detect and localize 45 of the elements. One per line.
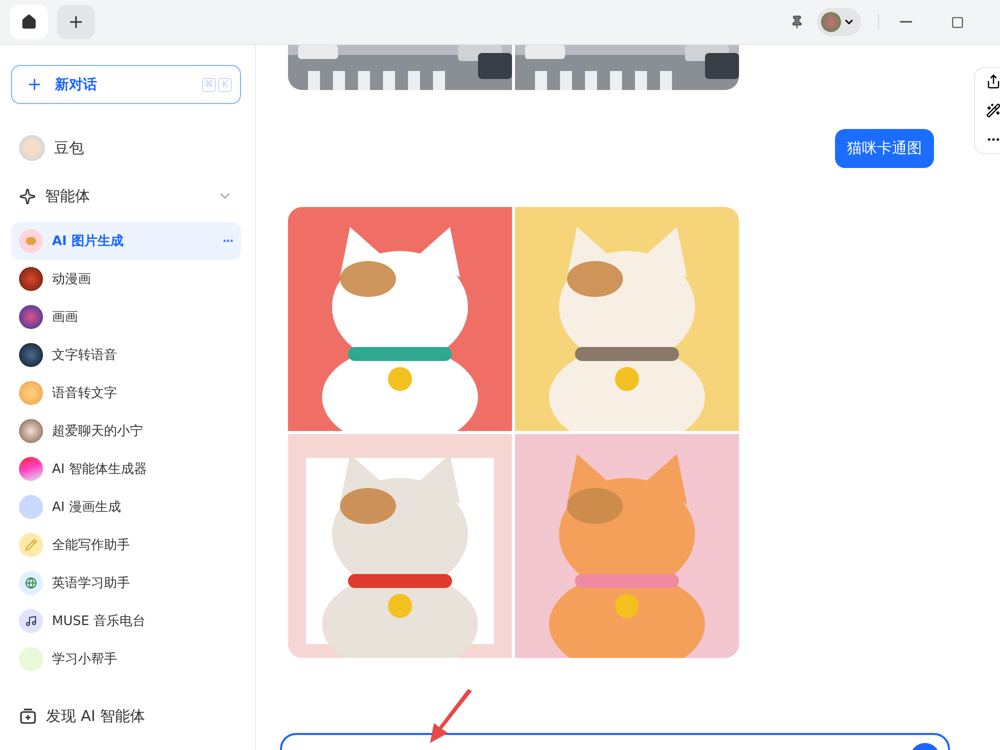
discover-agents-item[interactable]: 发现 AI 智能体 [11, 690, 241, 742]
agent-item[interactable]: AI 漫画生成 [11, 488, 241, 526]
plus-icon [67, 13, 85, 31]
agent-item[interactable]: MUSE 音乐电台 [11, 602, 241, 640]
home-tab[interactable] [10, 5, 48, 39]
agent-item[interactable]: AI 智能体生成器 [11, 450, 241, 488]
share-icon[interactable] [986, 74, 1000, 89]
shortcut-key: ⌘ [202, 78, 216, 92]
avatar-icon [19, 571, 43, 595]
user-message: 猫咪卡通图 [835, 129, 934, 168]
avatar-icon [19, 267, 43, 291]
agent-item[interactable]: 全能写作助手 [11, 526, 241, 564]
plus-icon [26, 76, 43, 93]
avatar-icon [19, 343, 43, 367]
avatar-icon [19, 305, 43, 329]
avatar-icon [19, 647, 43, 671]
agent-item[interactable]: 英语学习助手 [11, 564, 241, 602]
new-tab-button[interactable] [57, 5, 95, 39]
agent-item[interactable]: AI 图片生成 ··· [11, 222, 241, 260]
agents-section-header[interactable]: 智能体 [11, 170, 241, 222]
pin-icon [790, 15, 804, 29]
sparkle-icon [19, 188, 36, 204]
agent-box-icon [19, 707, 37, 725]
avatar-icon [19, 609, 43, 633]
avatar-icon [19, 381, 43, 405]
minimize-icon [900, 21, 912, 23]
agent-item[interactable]: 动漫画 [11, 260, 241, 298]
maximize-icon [951, 16, 964, 28]
avatar-icon [19, 229, 43, 253]
avatar-icon [19, 457, 43, 481]
avatar-icon [19, 135, 45, 161]
shortcut-key: K [218, 78, 232, 92]
agent-item[interactable]: 文字转语音 [11, 336, 241, 374]
agent-item[interactable]: 画画 [11, 298, 241, 336]
assistant-item[interactable]: 豆包 [11, 126, 241, 170]
avatar-icon [19, 495, 43, 519]
agent-item[interactable]: 语音转文字 [11, 374, 241, 412]
home-icon [21, 14, 37, 30]
new-chat-button[interactable]: 新对话 ⌘ K [11, 65, 241, 104]
magic-wand-icon[interactable] [986, 103, 1000, 118]
avatar-icon [19, 419, 43, 443]
agent-item[interactable]: 学习小帮手 [11, 640, 241, 678]
agent-item[interactable]: 超爱聊天的小宁 [11, 412, 241, 450]
profile-menu-button[interactable] [817, 8, 861, 36]
avatar-icon [19, 533, 43, 557]
